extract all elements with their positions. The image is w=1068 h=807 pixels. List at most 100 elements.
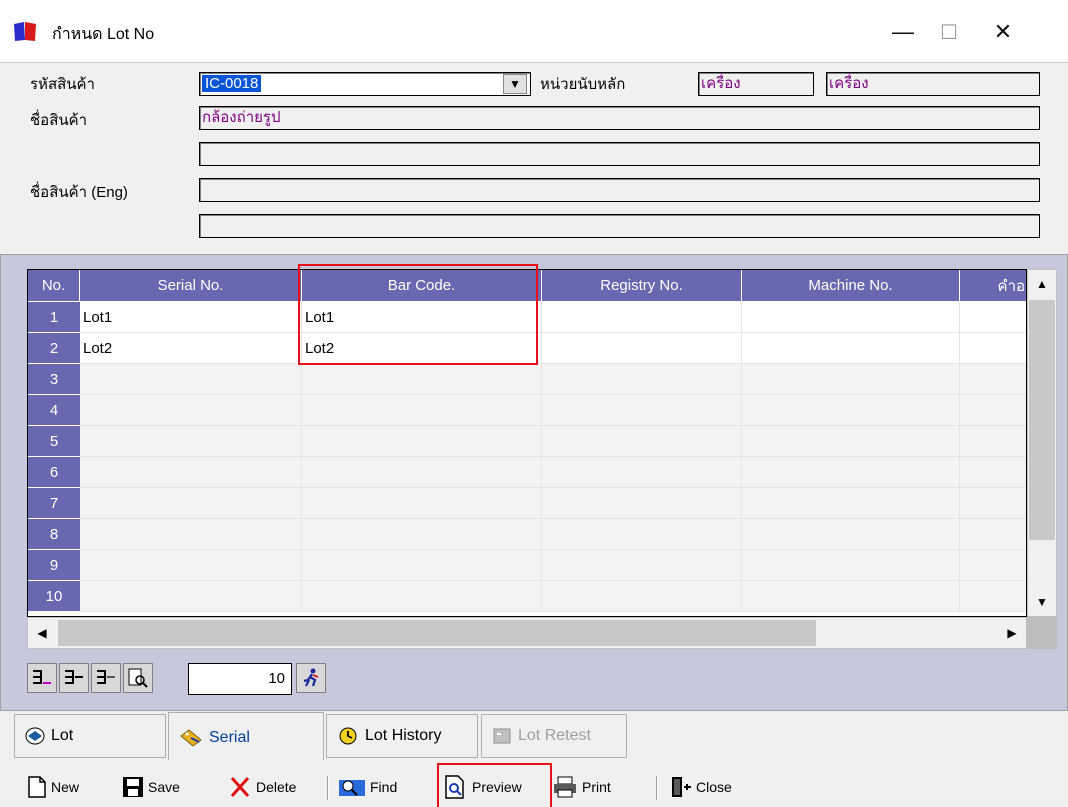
row-count-field[interactable]: 10 (188, 663, 292, 695)
col-header-no[interactable]: No. (28, 270, 80, 302)
row-number[interactable]: 3 (28, 364, 80, 395)
cell-registry[interactable] (542, 333, 742, 364)
find-button[interactable]: Find (338, 768, 397, 806)
cell-machine[interactable] (742, 426, 960, 457)
scroll-left-icon[interactable]: ◀ (28, 619, 56, 647)
row-number[interactable]: 8 (28, 519, 80, 550)
row-number[interactable]: 9 (28, 550, 80, 581)
cell-extra[interactable] (960, 550, 1026, 581)
cell-serial[interactable] (80, 550, 302, 581)
cell-barcode[interactable] (302, 519, 542, 550)
vertical-scrollbar[interactable]: ▲ ▼ (1027, 269, 1057, 617)
cell-registry[interactable] (542, 364, 742, 395)
scroll-up-icon[interactable]: ▲ (1028, 270, 1056, 298)
cell-serial[interactable]: Lot2 (80, 333, 302, 364)
product-name-eng-field-2[interactable] (199, 214, 1040, 238)
cell-machine[interactable] (742, 364, 960, 395)
horizontal-scroll-thumb[interactable] (58, 620, 816, 646)
cell-barcode[interactable] (302, 457, 542, 488)
grid-search-icon[interactable] (123, 663, 153, 693)
new-button[interactable]: New (27, 768, 79, 806)
product-code-label: รหัสสินค้า (30, 76, 95, 93)
cell-extra[interactable] (960, 488, 1026, 519)
cell-machine[interactable] (742, 581, 960, 612)
row-number[interactable]: 4 (28, 395, 80, 426)
cell-machine[interactable] (742, 457, 960, 488)
toolbar-separator (327, 776, 329, 800)
add-row-icon[interactable] (59, 663, 89, 693)
cell-registry[interactable] (542, 395, 742, 426)
tab-lot-retest[interactable]: Lot Retest (481, 714, 627, 758)
cell-barcode[interactable] (302, 550, 542, 581)
cell-barcode[interactable] (302, 364, 542, 395)
cell-extra[interactable] (960, 395, 1026, 426)
scroll-right-icon[interactable]: ▶ (998, 619, 1026, 647)
row-number[interactable]: 10 (28, 581, 80, 612)
cell-machine[interactable] (742, 519, 960, 550)
product-name-eng-field[interactable] (199, 178, 1040, 202)
cell-extra[interactable] (960, 581, 1026, 612)
cell-registry[interactable] (542, 519, 742, 550)
cell-extra[interactable] (960, 333, 1026, 364)
cell-registry[interactable] (542, 550, 742, 581)
product-name-field[interactable]: กล้องถ่ายรูป (199, 106, 1040, 130)
cell-serial[interactable] (80, 488, 302, 519)
cell-serial[interactable]: Lot1 (80, 302, 302, 333)
lot-icon (25, 727, 45, 745)
row-number[interactable]: 6 (28, 457, 80, 488)
cell-barcode[interactable] (302, 581, 542, 612)
vertical-scroll-thumb[interactable] (1029, 300, 1055, 540)
cell-machine[interactable] (742, 550, 960, 581)
cell-registry[interactable] (542, 457, 742, 488)
close-button[interactable]: Close (670, 768, 732, 806)
chevron-down-icon[interactable]: ▼ (503, 74, 527, 94)
cell-extra[interactable] (960, 457, 1026, 488)
cell-extra[interactable] (960, 364, 1026, 395)
cell-extra[interactable] (960, 302, 1026, 333)
row-number[interactable]: 1 (28, 302, 80, 333)
cell-machine[interactable] (742, 302, 960, 333)
cell-registry[interactable] (542, 426, 742, 457)
cell-extra[interactable] (960, 519, 1026, 550)
tab-serial[interactable]: Serial (168, 712, 324, 762)
cell-barcode[interactable] (302, 488, 542, 519)
delete-button[interactable]: Delete (228, 768, 296, 806)
col-header-machine[interactable]: Machine No. (742, 270, 960, 302)
cell-serial[interactable] (80, 457, 302, 488)
row-number[interactable]: 5 (28, 426, 80, 457)
cell-barcode[interactable] (302, 426, 542, 457)
col-header-serial[interactable]: Serial No. (80, 270, 302, 302)
cell-extra[interactable] (960, 426, 1026, 457)
cell-machine[interactable] (742, 488, 960, 519)
tab-lot-history[interactable]: Lot History (326, 714, 478, 758)
horizontal-scrollbar[interactable]: ◀ ▶ (27, 617, 1027, 649)
delete-row-icon[interactable] (91, 663, 121, 693)
save-button[interactable]: Save (122, 768, 180, 806)
cell-registry[interactable] (542, 581, 742, 612)
close-window-button[interactable]: ✕ (980, 14, 1026, 50)
cell-serial[interactable] (80, 426, 302, 457)
col-header-extra[interactable]: คำอ (960, 270, 1026, 302)
cell-serial[interactable] (80, 519, 302, 550)
cell-serial[interactable] (80, 364, 302, 395)
scroll-down-icon[interactable]: ▼ (1028, 588, 1056, 616)
scroll-corner (1027, 617, 1057, 649)
insert-row-icon[interactable] (27, 663, 57, 693)
minimize-button[interactable]: — (880, 14, 926, 50)
product-code-dropdown[interactable]: IC-0018 ▼ (199, 72, 531, 96)
row-number[interactable]: 2 (28, 333, 80, 364)
print-button[interactable]: Print (552, 768, 611, 806)
cell-machine[interactable] (742, 395, 960, 426)
col-header-registry[interactable]: Registry No. (542, 270, 742, 302)
cell-serial[interactable] (80, 395, 302, 426)
run-icon[interactable] (296, 663, 326, 693)
product-name-field-2[interactable] (199, 142, 1040, 166)
cell-registry[interactable] (542, 488, 742, 519)
maximize-button[interactable]: ☐ (926, 14, 972, 50)
cell-registry[interactable] (542, 302, 742, 333)
tab-lot[interactable]: Lot (14, 714, 166, 758)
cell-serial[interactable] (80, 581, 302, 612)
row-number[interactable]: 7 (28, 488, 80, 519)
cell-machine[interactable] (742, 333, 960, 364)
cell-barcode[interactable] (302, 395, 542, 426)
